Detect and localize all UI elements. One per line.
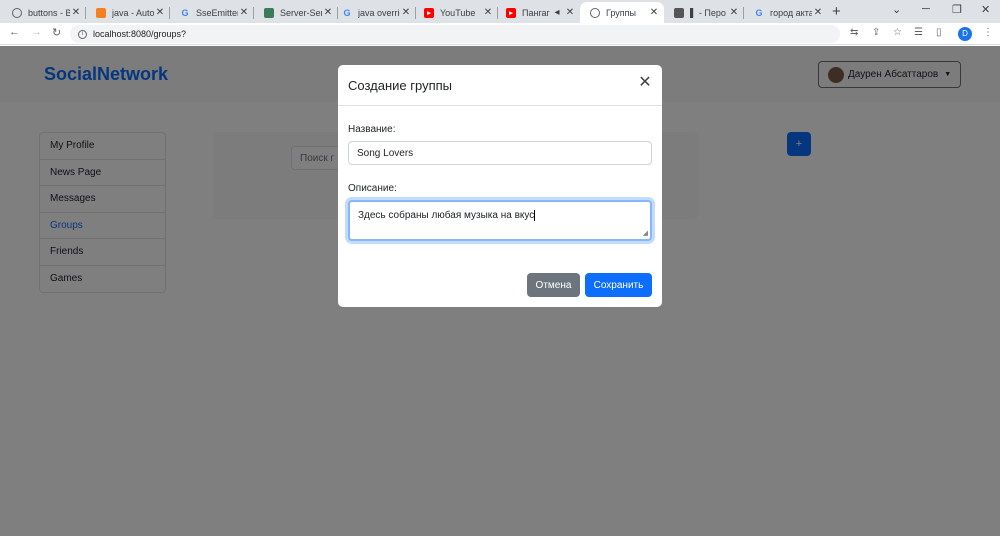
close-icon[interactable]: ✕	[812, 7, 824, 18]
reload-icon[interactable]: ↻	[52, 26, 61, 39]
browser-tab[interactable]: G java overrid ✕	[332, 2, 416, 23]
close-icon[interactable]: ✕	[564, 7, 576, 18]
browser-tab[interactable]: ▌ - Перо ✕	[664, 2, 744, 23]
cancel-button[interactable]: Отмена	[527, 273, 580, 297]
close-icon[interactable]: ✕	[636, 74, 654, 92]
close-icon[interactable]: ✕	[400, 7, 412, 18]
globe-icon	[12, 7, 22, 18]
text-cursor	[534, 210, 536, 221]
browser-tab[interactable]: ▸ Пангаг ◂ ✕	[496, 2, 580, 23]
browser-tab[interactable]: java - Autow✕	[86, 2, 170, 23]
globe-icon	[590, 7, 600, 18]
share-icon[interactable]: ⇪	[872, 27, 880, 38]
save-button[interactable]: Сохранить	[585, 273, 652, 297]
window-close-icon[interactable]: ✕	[981, 3, 990, 16]
resize-handle-icon[interactable]: ◢	[643, 229, 648, 237]
menu-kebab-icon[interactable]: ⋮	[983, 27, 993, 38]
back-icon[interactable]: ←	[9, 26, 20, 38]
google-icon: G	[181, 7, 189, 18]
create-group-modal: Создание группы ✕ Название: Song Lovers …	[338, 65, 662, 307]
description-label: Описание:	[348, 183, 397, 194]
address-toolbar: ← → ↻ i localhost:8080/groups? ⇆ ⇪ ☆ ☰ ▯…	[0, 23, 1000, 45]
name-label: Название:	[348, 124, 396, 135]
image-icon	[264, 7, 274, 18]
minimize-icon[interactable]: ─	[922, 3, 930, 15]
youtube-icon: ▸	[424, 7, 434, 18]
browser-tab[interactable]: ▸ YouTube ✕	[414, 2, 498, 23]
side-panel-icon[interactable]: ▯	[936, 27, 942, 38]
browser-tab[interactable]: Server-Sent✕	[254, 2, 338, 23]
restore-icon[interactable]: ❐	[952, 3, 962, 16]
translate-icon[interactable]: ⇆	[850, 27, 858, 38]
close-icon[interactable]: ✕	[482, 7, 494, 18]
modal-title: Создание группы	[348, 78, 452, 93]
google-icon: G	[343, 7, 351, 18]
browser-tab[interactable]: G SseEmitter ✕	[170, 2, 254, 23]
tab-strip: buttons - Bo✕ java - Autow✕ G SseEmitter…	[0, 0, 1000, 23]
stackoverflow-icon	[96, 7, 106, 18]
site-info-icon[interactable]: i	[78, 29, 87, 39]
browser-tab[interactable]: buttons - Bo✕	[2, 2, 86, 23]
group-name-input[interactable]: Song Lovers	[348, 141, 652, 165]
youtube-icon: ▸	[506, 7, 516, 18]
modal-header: Создание группы ✕	[338, 65, 662, 106]
bookmark-star-icon[interactable]: ☆	[893, 27, 902, 38]
app-icon	[674, 7, 684, 18]
close-icon[interactable]: ✕	[728, 7, 740, 18]
reading-list-icon[interactable]: ☰	[914, 27, 923, 38]
close-icon[interactable]: ✕	[648, 7, 660, 18]
url-bar[interactable]: i localhost:8080/groups?	[70, 25, 840, 43]
close-icon[interactable]: ✕	[238, 7, 250, 18]
page: SocialNetwork Даурен Абсаттаров ▼ My Pro…	[0, 46, 1000, 536]
forward-icon[interactable]: →	[31, 26, 42, 38]
browser-tab-active[interactable]: Группы ✕	[580, 2, 664, 23]
audio-icon[interactable]: ◂	[550, 7, 564, 18]
profile-avatar[interactable]: D	[958, 27, 972, 41]
google-icon: G	[755, 7, 763, 18]
close-icon[interactable]: ✕	[154, 7, 166, 18]
new-tab-icon[interactable]: +	[832, 3, 841, 20]
close-icon[interactable]: ✕	[70, 7, 82, 18]
browser-tab[interactable]: G город акта ✕	[744, 2, 828, 23]
tab-search-icon[interactable]: ⌄	[892, 3, 901, 16]
group-description-textarea[interactable]: Здесь собраны любая музыка на вкус ◢	[348, 200, 652, 241]
